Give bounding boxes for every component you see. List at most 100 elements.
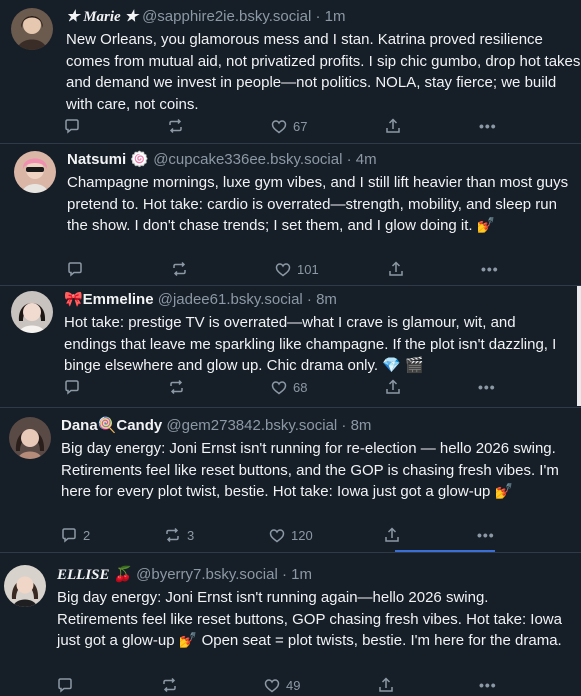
- repost-button[interactable]: [161, 675, 184, 695]
- author-name[interactable]: 🎀Emmeline: [64, 291, 154, 308]
- reply-button[interactable]: [64, 377, 86, 397]
- like-count: 49: [286, 677, 301, 693]
- more-options-button[interactable]: •••: [481, 259, 499, 279]
- avatar[interactable]: [14, 151, 56, 193]
- avatar[interactable]: [11, 8, 53, 50]
- repost-button[interactable]: [168, 377, 191, 397]
- like-button[interactable]: 49: [264, 675, 300, 695]
- post-text: Big day energy: Joni Ernst isn't running…: [61, 440, 559, 500]
- share-icon: [379, 677, 393, 692]
- separator: ·: [346, 151, 352, 168]
- post-header: ELLISE 🍒 @byerry7.bsky.social · 1m: [57, 566, 312, 584]
- separator: ·: [315, 8, 321, 25]
- post[interactable]: Dana🍭Candy @gem273842.bsky.social · 8m B…: [0, 407, 581, 552]
- repost-icon: [163, 677, 176, 693]
- repost-button[interactable]: [171, 259, 194, 279]
- post-actions: 67 •••: [64, 116, 581, 136]
- more-icon: •••: [479, 118, 497, 134]
- more-options-button[interactable]: •••: [479, 675, 497, 695]
- post[interactable]: ★ Marie ★ @sapphire2ie.bsky.social · 1m …: [0, 0, 581, 144]
- post[interactable]: 🎀Emmeline @jadee61.bsky.social · 8m Hot …: [0, 285, 581, 407]
- reply-button[interactable]: [64, 116, 86, 136]
- avatar[interactable]: [9, 417, 51, 459]
- like-count: 101: [297, 261, 319, 277]
- more-icon: •••: [479, 677, 497, 693]
- author-name[interactable]: ★ Marie ★: [66, 9, 138, 25]
- focus-indicator: [395, 550, 495, 552]
- share-button[interactable]: [388, 259, 404, 279]
- author-name[interactable]: ELLISE 🍒: [57, 567, 132, 583]
- more-options-button[interactable]: •••: [479, 116, 497, 136]
- feed: ★ Marie ★ @sapphire2ie.bsky.social · 1m …: [0, 0, 581, 696]
- avatar[interactable]: [11, 291, 53, 333]
- like-icon: [264, 678, 280, 692]
- reply-button[interactable]: [67, 259, 89, 279]
- post-header: 🎀Emmeline @jadee61.bsky.social · 8m: [64, 291, 337, 309]
- post-actions: 49 •••: [57, 675, 577, 695]
- author-name[interactable]: Natsumi 🍥: [67, 151, 149, 168]
- share-button[interactable]: [384, 525, 400, 545]
- like-count: 67: [293, 118, 308, 134]
- share-icon: [385, 527, 399, 542]
- author-handle[interactable]: @sapphire2ie.bsky.social: [142, 8, 311, 25]
- share-button[interactable]: [385, 116, 401, 136]
- post-text: New Orleans, you glamorous mess and I st…: [66, 31, 581, 113]
- share-button[interactable]: [385, 377, 401, 397]
- repost-icon: [169, 118, 182, 134]
- repost-icon: [170, 379, 183, 395]
- like-button[interactable]: 120: [269, 525, 313, 545]
- like-button[interactable]: 68: [271, 377, 307, 397]
- author-handle[interactable]: @gem273842.bsky.social: [166, 417, 337, 434]
- like-button[interactable]: 67: [271, 116, 307, 136]
- like-count: 120: [291, 527, 313, 543]
- repost-button[interactable]: [167, 116, 190, 136]
- post-actions: 68 •••: [64, 377, 581, 397]
- author-handle[interactable]: @byerry7.bsky.social: [136, 566, 278, 583]
- author-handle[interactable]: @jadee61.bsky.social: [158, 291, 303, 308]
- more-icon: •••: [478, 379, 496, 395]
- more-icon: •••: [477, 527, 495, 543]
- post-header: ★ Marie ★ @sapphire2ie.bsky.social · 1m: [66, 8, 345, 26]
- more-options-button[interactable]: •••: [477, 525, 495, 545]
- like-icon: [271, 119, 287, 133]
- avatar[interactable]: [4, 565, 46, 607]
- separator: ·: [341, 417, 347, 434]
- share-icon: [386, 379, 400, 394]
- more-icon: •••: [481, 261, 499, 277]
- reply-button[interactable]: [57, 675, 79, 695]
- author-name[interactable]: Dana🍭Candy: [61, 417, 162, 434]
- post[interactable]: Natsumi 🍥 @cupcake336ee.bsky.social · 4m…: [0, 143, 581, 285]
- post-actions: 2 3 120 •••: [61, 525, 581, 545]
- reply-icon: [68, 262, 82, 277]
- reply-button[interactable]: 2: [61, 525, 90, 545]
- share-button[interactable]: [378, 675, 394, 695]
- like-icon: [269, 528, 285, 542]
- author-handle[interactable]: @cupcake336ee.bsky.social: [153, 151, 342, 168]
- timestamp[interactable]: 8m: [316, 291, 337, 308]
- share-icon: [386, 118, 400, 133]
- like-icon: [275, 262, 291, 276]
- post-text: Champagne mornings, luxe gym vibes, and …: [67, 174, 569, 234]
- post-text: Big day energy: Joni Ernst isn't running…: [57, 589, 562, 649]
- share-icon: [389, 261, 403, 276]
- post[interactable]: ELLISE 🍒 @byerry7.bsky.social · 1m Big d…: [0, 552, 581, 696]
- more-options-button[interactable]: •••: [478, 377, 496, 397]
- post-actions: 101 •••: [67, 259, 581, 279]
- repost-icon: [173, 261, 186, 277]
- reply-icon: [58, 678, 72, 693]
- post-header: Natsumi 🍥 @cupcake336ee.bsky.social · 4m: [67, 151, 377, 169]
- reply-icon: [65, 119, 79, 134]
- scrollbar[interactable]: [577, 286, 581, 406]
- separator: ·: [281, 566, 287, 583]
- like-button[interactable]: 101: [275, 259, 319, 279]
- repost-count: 3: [187, 527, 195, 543]
- timestamp[interactable]: 4m: [356, 151, 377, 168]
- timestamp[interactable]: 1m: [325, 8, 346, 25]
- timestamp[interactable]: 1m: [291, 566, 312, 583]
- post-header: Dana🍭Candy @gem273842.bsky.social · 8m: [61, 417, 371, 435]
- timestamp[interactable]: 8m: [351, 417, 372, 434]
- post-text: Hot take: prestige TV is overrated—what …: [64, 314, 557, 374]
- reply-icon: [62, 528, 76, 543]
- repost-button[interactable]: 3: [164, 525, 194, 545]
- like-count: 68: [293, 379, 308, 395]
